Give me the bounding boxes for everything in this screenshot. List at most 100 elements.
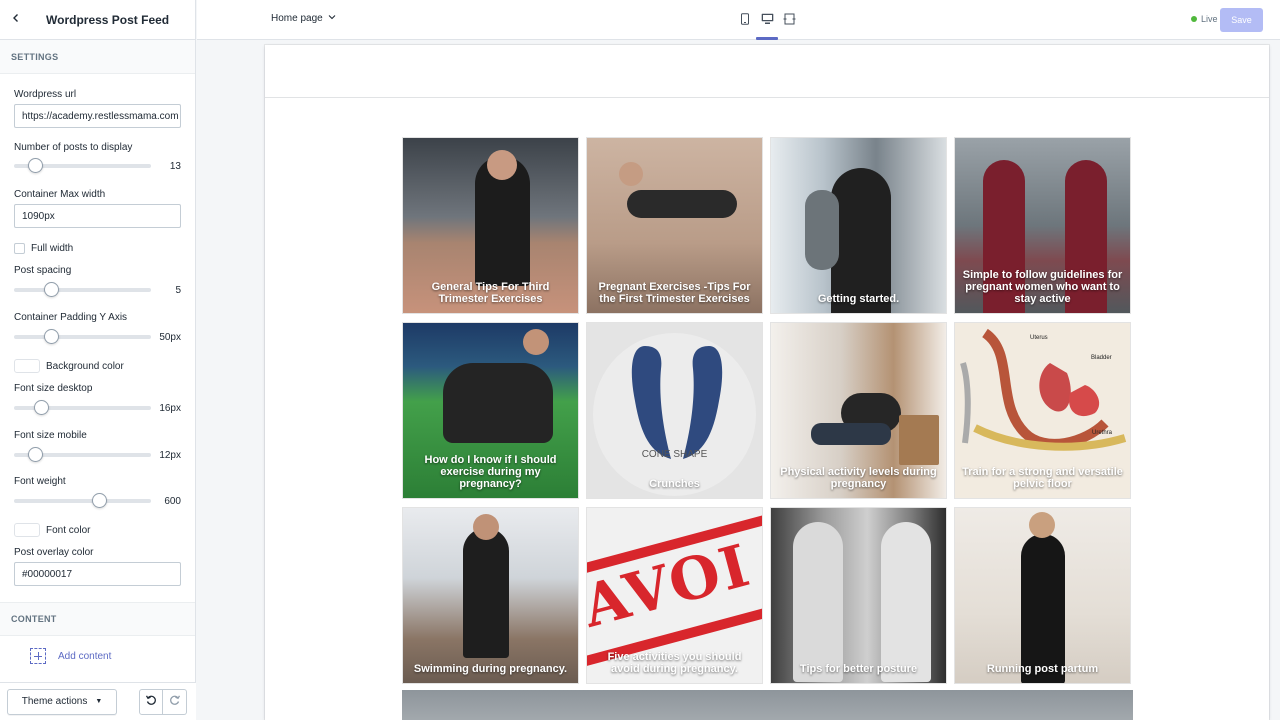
slider-thumb[interactable]: [43, 329, 59, 344]
full-width-icon: [783, 13, 796, 28]
cone-shape-graphic: [631, 346, 723, 459]
slider-thumb[interactable]: [43, 282, 59, 297]
editor-topbar: Home page Live Save: [197, 0, 1280, 40]
anatomy-label: Uterus: [1030, 335, 1048, 341]
live-dot-icon: [1191, 16, 1197, 22]
page-selector-label: Home page: [271, 13, 323, 24]
full-width-row[interactable]: Full width: [14, 240, 73, 256]
mobile-view-button[interactable]: [734, 10, 756, 30]
background-color-row[interactable]: Background color: [14, 358, 124, 374]
background-color-swatch[interactable]: [14, 359, 40, 373]
undo-button[interactable]: [139, 688, 163, 715]
sidebar-footer: Theme actions ▼: [0, 682, 196, 720]
post-card[interactable]: Uterus Bladder Urethra Train for a stron…: [954, 322, 1131, 499]
preview-header-section[interactable]: [265, 45, 1269, 98]
chevron-down-icon: [323, 13, 336, 24]
post-image-figure: [899, 415, 939, 465]
post-image-figure: [1021, 534, 1065, 683]
slider-thumb[interactable]: [91, 493, 107, 508]
slider-thumb[interactable]: [34, 400, 50, 415]
font-weight-slider-row: 600: [14, 493, 181, 509]
post-image-figure: [881, 522, 931, 682]
page-selector[interactable]: Home page: [271, 13, 336, 24]
redo-icon: [169, 694, 181, 709]
settings-sidebar: Wordpress Post Feed SETTINGS Wordpress u…: [0, 0, 196, 720]
font-color-row[interactable]: Font color: [14, 522, 90, 538]
slider-thumb[interactable]: [27, 447, 43, 462]
post-title: Tips for better posture: [799, 663, 918, 675]
post-card[interactable]: Swimming during pregnancy.: [402, 507, 579, 684]
post-title: Five activities you should avoid during …: [607, 651, 742, 675]
post-title: How do I know if I should exercise durin…: [424, 454, 557, 490]
post-card[interactable]: AVOI Five activities you should avoid du…: [586, 507, 763, 684]
font-size-mobile-slider[interactable]: [14, 447, 151, 462]
posts-count-slider-row: 13: [14, 158, 181, 174]
desktop-view-button[interactable]: [756, 10, 778, 40]
post-card[interactable]: Physical activity levels during pregnanc…: [770, 322, 947, 499]
post-card[interactable]: General Tips For Third Trimester Exercis…: [402, 137, 579, 314]
theme-actions-button[interactable]: Theme actions ▼: [7, 688, 117, 715]
font-color-label: Font color: [46, 524, 91, 536]
post-card[interactable]: CONE SHAPE Crunches: [586, 322, 763, 499]
max-width-label: Container Max width: [14, 189, 106, 200]
section-title: Wordpress Post Feed: [46, 12, 170, 27]
post-title: Physical activity levels during pregnanc…: [780, 466, 937, 490]
post-card-partial[interactable]: [402, 690, 1133, 720]
post-title: Running post partum: [986, 663, 1099, 675]
live-status: Live: [1191, 14, 1218, 24]
font-weight-label: Font weight: [14, 476, 66, 487]
post-card[interactable]: Getting started.: [770, 137, 947, 314]
max-width-input[interactable]: 1090px: [14, 204, 181, 228]
sidebar-header: Wordpress Post Feed: [0, 0, 195, 40]
posts-count-slider[interactable]: [14, 158, 151, 173]
post-title: Swimming during pregnancy.: [413, 663, 568, 675]
padding-y-label: Container Padding Y Axis: [14, 312, 128, 323]
post-title: Train for a strong and versatile pelvic …: [962, 466, 1123, 490]
post-spacing-slider[interactable]: [14, 282, 151, 297]
theme-preview: General Tips For Third Trimester Exercis…: [265, 45, 1269, 720]
redo-button[interactable]: [163, 688, 187, 715]
full-width-checkbox[interactable]: [14, 242, 25, 254]
post-image-figure: [619, 162, 643, 186]
wordpress-url-input[interactable]: https://academy.restlessmama.com: [14, 104, 181, 128]
slider-thumb[interactable]: [27, 158, 43, 173]
mobile-icon: [740, 12, 750, 28]
caret-down-icon: ▼: [95, 698, 103, 705]
overlay-color-input[interactable]: #00000017: [14, 562, 181, 586]
font-weight-slider[interactable]: [14, 493, 151, 508]
add-content-button[interactable]: Add content: [0, 636, 111, 676]
post-spacing-label: Post spacing: [14, 265, 72, 276]
font-color-swatch[interactable]: [14, 523, 40, 537]
post-image-figure: [811, 423, 891, 445]
posts-count-value: 13: [169, 160, 181, 172]
font-size-desktop-slider[interactable]: [14, 400, 151, 415]
post-card[interactable]: Running post partum: [954, 507, 1131, 684]
post-image-figure: [473, 514, 499, 540]
post-card[interactable]: How do I know if I should exercise durin…: [402, 322, 579, 499]
post-card[interactable]: Pregnant Exercises -Tips For the First T…: [586, 137, 763, 314]
post-card[interactable]: Simple to follow guidelines for pregnant…: [954, 137, 1131, 314]
post-image-figure: [523, 329, 549, 355]
post-card[interactable]: Tips for better posture: [770, 507, 947, 684]
post-image-figure: [627, 190, 737, 218]
anatomy-label: Bladder: [1091, 355, 1112, 361]
post-image-figure: [463, 528, 509, 658]
padding-y-value: 50px: [159, 331, 181, 343]
post-spacing-slider-row: 5: [14, 282, 181, 298]
back-button[interactable]: [2, 0, 30, 40]
font-size-mobile-value: 12px: [159, 449, 181, 461]
post-spacing-value: 5: [175, 284, 181, 296]
post-feed-grid: General Tips For Third Trimester Exercis…: [402, 137, 1133, 684]
overlay-color-label: Post overlay color: [14, 547, 94, 558]
live-status-label: Live: [1201, 14, 1218, 24]
font-size-desktop-slider-row: 16px: [14, 400, 181, 416]
full-width-view-button[interactable]: [778, 10, 800, 30]
undo-icon: [145, 694, 157, 709]
font-weight-value: 600: [164, 495, 181, 507]
padding-y-slider-row: 50px: [14, 329, 181, 345]
padding-y-slider[interactable]: [14, 329, 151, 344]
post-title: Simple to follow guidelines for pregnant…: [962, 269, 1123, 305]
add-content-label: Add content: [58, 650, 112, 662]
save-button[interactable]: Save: [1220, 8, 1263, 32]
font-size-desktop-value: 16px: [159, 402, 181, 414]
